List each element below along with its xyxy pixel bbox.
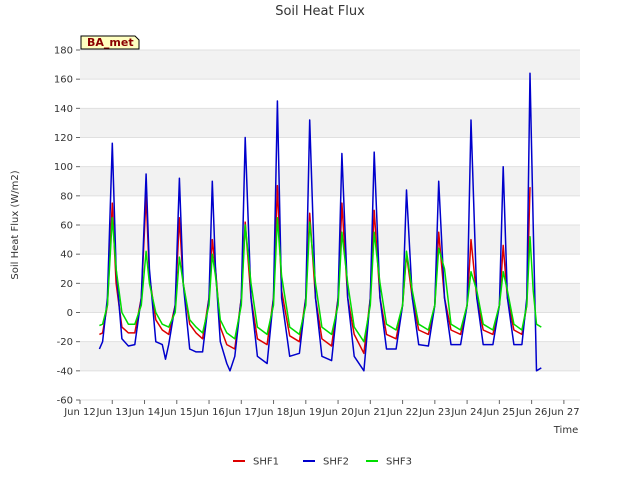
x-tick-label: Jun 26 — [515, 407, 548, 418]
y-tick-label: 140 — [54, 104, 73, 115]
grid-band — [80, 108, 580, 138]
x-tick-label: Jun 19 — [289, 407, 322, 418]
grid-band — [80, 166, 580, 196]
y-tick-label: 60 — [60, 221, 73, 232]
y-tick-label: 120 — [54, 133, 73, 144]
y-tick-label: 0 — [67, 308, 73, 319]
x-tick-label: Jun 13 — [95, 407, 128, 418]
grid-band — [80, 341, 580, 371]
y-tick-label: 180 — [54, 46, 73, 57]
legend-label-shf3: SHF3 — [386, 457, 412, 468]
x-tick-label: Jun 18 — [257, 407, 290, 418]
x-tick-label: Jun 15 — [160, 407, 193, 418]
y-tick-label: 80 — [60, 191, 73, 202]
x-tick-label: Jun 21 — [354, 407, 387, 418]
site-label: BA_met — [87, 36, 134, 49]
y-tick-label: 20 — [60, 279, 73, 290]
x-tick-label: Jun 16 — [192, 407, 225, 418]
chart-title: Soil Heat Flux — [275, 4, 365, 19]
x-tick-label: Jun 23 — [418, 407, 451, 418]
y-tick-label: -60 — [57, 396, 73, 407]
legend: SHF1 SHF2 SHF3 — [233, 457, 412, 468]
x-tick-label: Jun 14 — [128, 407, 161, 418]
chart: Soil Heat Flux -60 -40 -20 0 20 40 60 80 100 120 1… — [0, 0, 640, 480]
x-tick-label: Jun 12 — [63, 407, 96, 418]
y-tick-label: 100 — [54, 162, 73, 173]
x-tick-label: Jun 27 — [547, 407, 580, 418]
y-tick-label: 40 — [60, 250, 73, 261]
y-tick-label: -40 — [57, 366, 73, 377]
y-tick-label: -20 — [57, 337, 73, 348]
x-tick-label: Jun 20 — [321, 407, 354, 418]
legend-label-shf2: SHF2 — [323, 457, 349, 468]
x-tick-label: Jun 24 — [450, 407, 483, 418]
x-tick-label: Jun 17 — [225, 407, 258, 418]
grid-band — [80, 50, 580, 80]
y-axis-title: Soil Heat Flux (W/m2) — [10, 170, 21, 279]
x-axis-title: Time — [553, 425, 578, 436]
x-tick-label: Jun 25 — [483, 407, 516, 418]
legend-label-shf1: SHF1 — [253, 457, 279, 468]
y-tick-label: 160 — [54, 75, 73, 86]
x-tick-label: Jun 22 — [386, 407, 419, 418]
site-label-box: BA_met — [80, 35, 140, 50]
